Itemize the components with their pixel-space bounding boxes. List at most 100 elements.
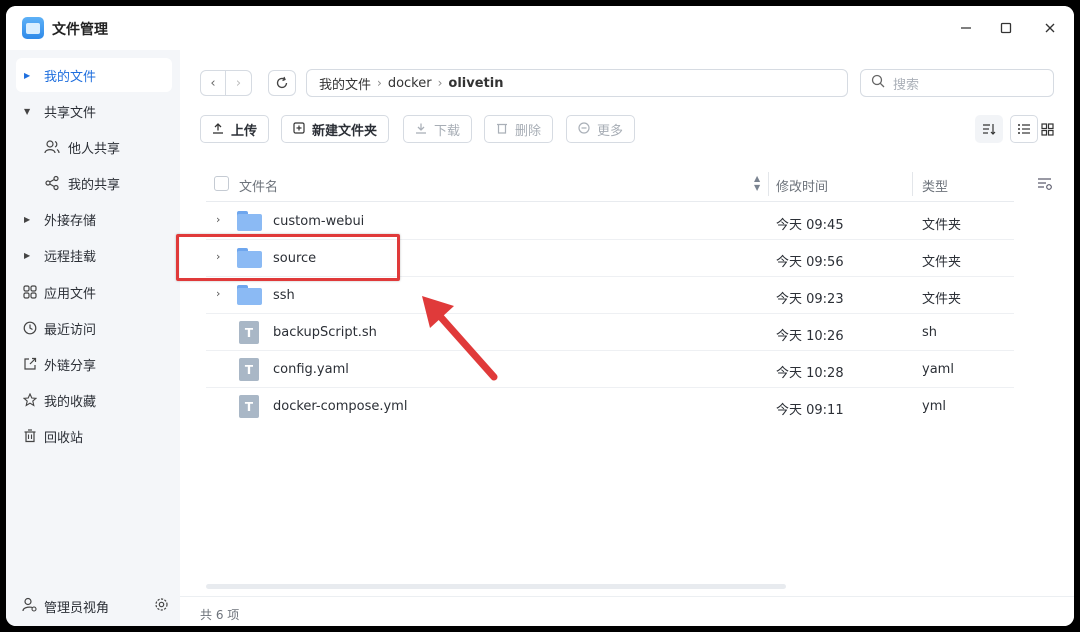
sidebar-item-link-share[interactable]: 外链分享 [16, 347, 172, 381]
table-row[interactable]: › ssh 今天 09:23 文件夹 [206, 277, 1014, 314]
horizontal-scrollbar[interactable] [206, 584, 786, 589]
sidebar-item-favorites[interactable]: 我的收藏 [16, 383, 172, 417]
new-folder-label: 新建文件夹 [312, 123, 378, 139]
upload-icon [212, 122, 224, 137]
sidebar-item-recent[interactable]: 最近访问 [16, 311, 172, 345]
sidebar-item-label: 我的收藏 [44, 394, 97, 410]
column-header-modified[interactable]: 修改时间 [776, 176, 828, 195]
breadcrumb-current[interactable]: olivetin [448, 76, 503, 91]
sidebar-item-label: 共享文件 [44, 105, 97, 121]
column-divider [912, 172, 913, 196]
table-row[interactable]: T backupScript.sh 今天 10:26 sh [206, 314, 1014, 351]
search-icon [871, 74, 885, 92]
table-row[interactable]: T config.yaml 今天 10:28 yaml [206, 351, 1014, 388]
sidebar-item-label: 回收站 [44, 430, 84, 446]
file-type: 文件夹 [922, 218, 962, 233]
text-file-icon: T [239, 395, 259, 418]
column-header-name[interactable]: 文件名 [239, 176, 278, 195]
star-icon [22, 392, 38, 408]
column-divider [768, 172, 769, 196]
search-placeholder: 搜索 [893, 77, 920, 93]
sidebar: ▶ 我的文件 ▼ 共享文件 他人共享 我的共享 ▶ 外接存储 ▶ 远程挂载 应用… [6, 50, 180, 626]
file-name: custom-webui [273, 214, 365, 229]
folder-icon [237, 285, 262, 305]
sidebar-item-label: 应用文件 [44, 286, 97, 302]
caret-down-icon: ▼ [24, 106, 31, 116]
file-name: config.yaml [273, 362, 349, 377]
more-button[interactable]: 更多 [566, 115, 636, 143]
sidebar-item-label: 远程挂载 [44, 249, 97, 265]
delete-button[interactable]: 删除 [484, 115, 554, 143]
modified-time: 今天 09:45 [776, 218, 844, 233]
external-link-icon [22, 356, 38, 372]
new-folder-button[interactable]: 新建文件夹 [281, 115, 390, 143]
breadcrumb: 我的文件 › docker › olivetin [306, 69, 848, 97]
minimize-button[interactable] [956, 18, 976, 38]
close-icon [1045, 23, 1055, 33]
upload-button[interactable]: 上传 [200, 115, 270, 143]
file-manager-window: 文件管理 ▶ 我的文件 ▼ 共享文件 他人共享 我的共享 ▶ 外接存储 ▶ 远程… [6, 6, 1074, 626]
sort-toggle-icon[interactable]: ▲ ▼ [754, 174, 760, 192]
file-name: backupScript.sh [273, 325, 377, 340]
admin-view-toggle[interactable]: 管理员视角 [16, 590, 172, 620]
select-all-checkbox[interactable] [214, 176, 229, 191]
file-type: 文件夹 [922, 255, 962, 270]
table-header: 文件名 ▲ ▼ 修改时间 类型 [206, 166, 1014, 202]
file-name: ssh [273, 288, 295, 303]
chevron-left-icon: ‹ [210, 75, 216, 91]
close-button[interactable] [1040, 18, 1060, 38]
sidebar-item-my-shares[interactable]: 我的共享 [16, 166, 172, 200]
share-icon [44, 175, 60, 191]
breadcrumb-separator-icon: › [437, 76, 443, 90]
modified-time: 今天 09:56 [776, 255, 844, 270]
breadcrumb-item[interactable]: 我的文件 [319, 74, 371, 93]
file-manager-app-icon [22, 17, 44, 39]
sidebar-item-recycle-bin[interactable]: 回收站 [16, 419, 172, 453]
clock-icon [22, 320, 38, 336]
chevron-right-icon: › [235, 75, 242, 91]
sidebar-item-label: 他人共享 [68, 141, 121, 157]
maximize-icon [1000, 22, 1012, 34]
sidebar-item-shared-files[interactable]: ▼ 共享文件 [16, 94, 172, 128]
minimize-icon [961, 27, 971, 29]
list-view-icon [1018, 124, 1030, 134]
grid-view-button[interactable] [1033, 115, 1061, 143]
sidebar-item-app-files[interactable]: 应用文件 [16, 275, 172, 309]
gear-icon[interactable] [154, 597, 169, 616]
sidebar-item-shared-with-me[interactable]: 他人共享 [16, 130, 172, 164]
sidebar-item-external-storage[interactable]: ▶ 外接存储 [16, 202, 172, 236]
column-settings-icon[interactable] [1037, 177, 1053, 195]
status-bar: 共 6 项 [180, 596, 1074, 626]
refresh-button[interactable] [268, 70, 296, 96]
modified-time: 今天 09:23 [776, 292, 844, 307]
table-row[interactable]: T docker-compose.yml 今天 09:11 yml [206, 388, 1014, 425]
back-button[interactable]: ‹ [200, 70, 226, 96]
download-button[interactable]: 下载 [403, 115, 473, 143]
more-label: 更多 [597, 123, 624, 139]
breadcrumb-item[interactable]: docker [388, 76, 432, 91]
grid-icon [22, 284, 38, 300]
sidebar-item-remote-mount[interactable]: ▶ 远程挂载 [16, 238, 172, 272]
maximize-button[interactable] [996, 18, 1016, 38]
sort-button[interactable] [975, 115, 1003, 143]
breadcrumb-separator-icon: › [377, 76, 382, 90]
chevron-right-icon[interactable]: › [216, 287, 220, 300]
trash-icon [22, 428, 38, 444]
refresh-icon [276, 76, 288, 89]
more-icon [578, 121, 590, 137]
file-name: docker-compose.yml [273, 399, 408, 414]
search-input[interactable]: 搜索 [860, 69, 1054, 97]
column-header-type[interactable]: 类型 [922, 176, 948, 195]
grid-view-icon [1040, 122, 1054, 136]
sidebar-item-label: 最近访问 [44, 322, 97, 338]
caret-right-icon: ▶ [24, 250, 31, 260]
chevron-right-icon[interactable]: › [216, 213, 220, 226]
caret-right-icon: ▶ [24, 214, 31, 224]
sidebar-item-my-files[interactable]: ▶ 我的文件 [16, 58, 172, 92]
file-type: yml [922, 399, 946, 414]
forward-button[interactable]: › [225, 70, 252, 96]
sidebar-item-label: 我的共享 [68, 177, 121, 193]
annotation-arrow-icon [422, 296, 498, 381]
sidebar-item-label: 外接存储 [44, 213, 97, 229]
annotation-highlight-box [176, 234, 400, 281]
